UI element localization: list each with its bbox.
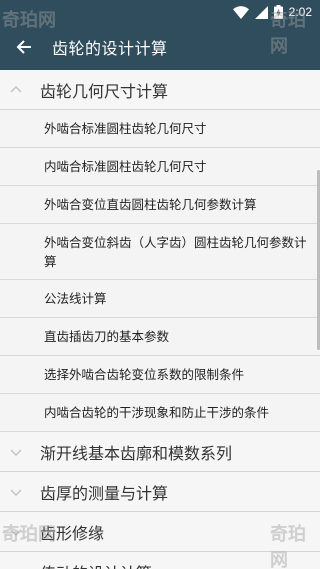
list-item-label: 外啮合变位直齿圆柱齿轮几何参数计算 <box>44 197 257 212</box>
list-item-label: 内啮合标准圆柱齿轮几何尺寸 <box>44 159 207 174</box>
section-header[interactable]: 齿形修缘 <box>0 512 320 552</box>
chevron-down-icon <box>10 449 22 457</box>
section-title: 渐开线基本齿廓和模数系列 <box>40 443 233 463</box>
section-header[interactable]: 渐开线基本齿廓和模数系列 <box>0 432 320 472</box>
section-header[interactable]: 齿轮几何尺寸计算 <box>0 70 320 110</box>
list-item[interactable]: 外啮合标准圆柱齿轮几何尺寸 <box>0 110 320 148</box>
section-title: 齿形修缘 <box>40 523 105 543</box>
status-bar: 2:02 <box>0 0 320 24</box>
signal-icon <box>254 5 268 19</box>
section-header[interactable]: 齿厚的测量与计算 <box>0 472 320 512</box>
list-item-label: 外啮合标准圆柱齿轮几何尺寸 <box>44 121 207 136</box>
list-item[interactable]: 直齿插齿刀的基本参数 <box>0 318 320 356</box>
list-item[interactable]: 公法线计算 <box>0 280 320 318</box>
list-item[interactable]: 内啮合齿轮的干涉现象和防止干涉的条件 <box>0 394 320 432</box>
chevron-down-icon <box>10 489 22 497</box>
page-title: 齿轮的设计计算 <box>52 39 168 58</box>
arrow-back-icon <box>16 40 31 54</box>
list-item[interactable]: 外啮合变位斜齿（人字齿）圆柱齿轮几何参数计算 <box>0 224 320 280</box>
list-item-label: 选择外啮合齿轮变位系数的限制条件 <box>44 367 245 382</box>
status-icons: 2:02 <box>232 4 312 20</box>
section-title: 齿轮几何尺寸计算 <box>40 81 169 101</box>
status-time: 2:02 <box>288 5 312 19</box>
list-item[interactable]: 选择外啮合齿轮变位系数的限制条件 <box>0 356 320 394</box>
category-list: 齿轮几何尺寸计算 外啮合标准圆柱齿轮几何尺寸 内啮合标准圆柱齿轮几何尺寸 外啮合… <box>0 70 320 569</box>
chevron-down-icon <box>10 529 22 537</box>
section-header[interactable]: 传动的设计计算 <box>0 552 320 569</box>
list-item-label: 公法线计算 <box>44 291 107 306</box>
list-item[interactable]: 内啮合标准圆柱齿轮几何尺寸 <box>0 148 320 186</box>
section-title: 齿厚的测量与计算 <box>40 483 169 503</box>
list-item-label: 直齿插齿刀的基本参数 <box>44 329 170 344</box>
battery-icon <box>273 5 283 19</box>
list-item-label: 内啮合齿轮的干涉现象和防止干涉的条件 <box>44 405 270 420</box>
list-item-label: 外啮合变位斜齿（人字齿）圆柱齿轮几何参数计算 <box>44 234 307 269</box>
list-item[interactable]: 外啮合变位直齿圆柱齿轮几何参数计算 <box>0 186 320 224</box>
wifi-icon <box>232 5 249 19</box>
back-button[interactable] <box>0 24 48 70</box>
section-title: 传动的设计计算 <box>40 560 152 569</box>
chevron-up-icon <box>10 85 22 93</box>
app-bar: 齿轮的设计计算 <box>0 24 320 70</box>
